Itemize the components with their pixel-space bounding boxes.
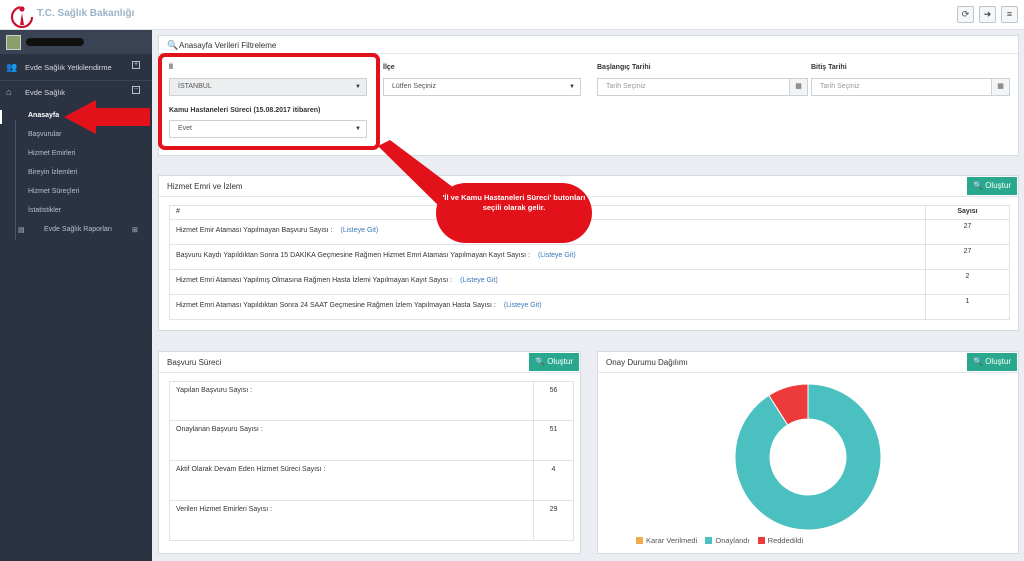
pointer-arrow bbox=[64, 100, 150, 134]
callout-bubble: 'İl ve Kamu Hastaneleri Süreci' butonlar… bbox=[436, 183, 592, 243]
annotation-arrows bbox=[64, 100, 470, 212]
